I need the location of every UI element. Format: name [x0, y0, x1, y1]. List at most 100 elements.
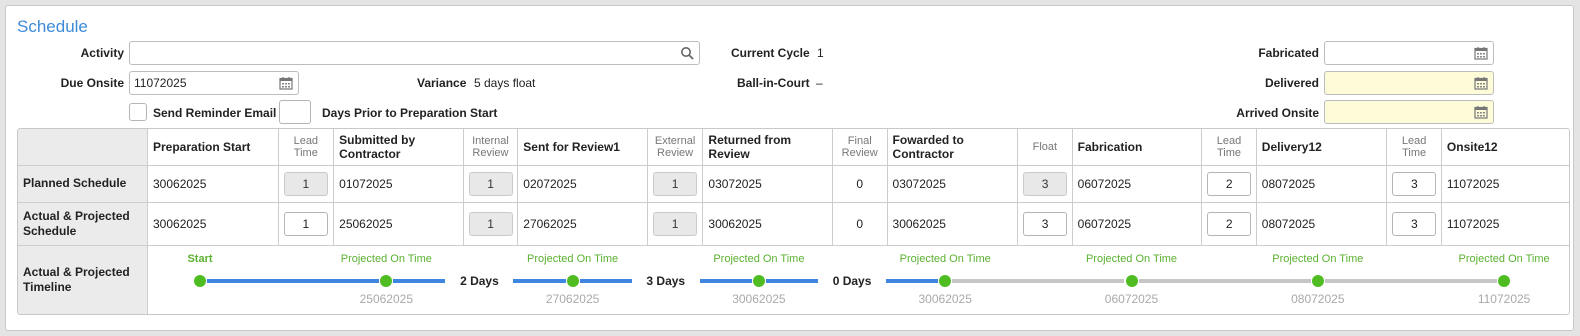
planned-delivery: 08072025 [1256, 165, 1388, 203]
variance-value: 5 days float [474, 76, 536, 90]
timeline-date-label: 11072025 [1477, 291, 1531, 306]
timeline-milestone-dot [939, 274, 952, 287]
activity-label: Activity [80, 46, 124, 60]
header-lead-time: Lead Time [278, 129, 335, 166]
ball-in-court-label: Ball-in-Court [737, 76, 810, 90]
timeline-bar [207, 278, 380, 283]
timeline-date-label: 06072025 [1104, 291, 1159, 306]
timeline-milestone-dot [1498, 274, 1511, 287]
timeline-status-label: Projected On Time [340, 252, 432, 265]
planned-forwarded: 03072025 [887, 165, 1019, 203]
actual-float-input[interactable]: 3 [1023, 211, 1068, 236]
timeline-status-label: Projected On Time [1458, 252, 1550, 265]
actual-delivery-lead-time-input[interactable]: 3 [1392, 211, 1437, 236]
timeline-status-label: Projected On Time [1085, 252, 1178, 265]
timeline: 2 Days 3 Days 0 Days Start Projected On Time… [148, 245, 1570, 314]
header-onsite: Onsite12 [1441, 129, 1569, 166]
timeline-gap-label: 3 Days [646, 273, 686, 288]
calendar-icon[interactable] [1474, 46, 1488, 60]
timeline-bar [1138, 278, 1311, 283]
planned-external-review-field: 1 [653, 171, 698, 196]
timeline-status-label: Projected On Time [713, 252, 805, 265]
days-prior-input[interactable] [279, 100, 311, 124]
planned-delivery-lead-time-input[interactable]: 3 [1392, 171, 1437, 196]
planned-fabrication: 06072025 [1072, 165, 1203, 203]
actual-sent-for-review: 27062025 [517, 202, 648, 246]
current-cycle-label: Current Cycle [731, 46, 810, 60]
timeline-row: Actual & Projected Timeline 2 Days 3 Days 0… [18, 245, 1570, 314]
planned-float-field: 3 [1023, 171, 1068, 196]
header-lead-time: Lead Time [1386, 129, 1442, 166]
arrived-onsite-label: Arrived Onsite [1236, 106, 1319, 120]
actual-lead-time-input[interactable]: 1 [283, 211, 328, 236]
timeline-bar [1324, 278, 1498, 283]
send-reminder-label: Send Reminder Email [153, 106, 277, 120]
timeline-bar [579, 278, 632, 283]
actual-schedule-row: Actual & Projected Schedule 30062025 1 25… [18, 202, 1569, 246]
fabricated-date-input[interactable] [1324, 41, 1494, 65]
actual-preparation-start: 30062025 [147, 202, 279, 246]
fabricated-label: Fabricated [1258, 46, 1319, 60]
header-returned-from-review: Returned from Review [702, 129, 833, 166]
calendar-icon[interactable] [1474, 105, 1488, 119]
actual-forwarded: 30062025 [887, 202, 1019, 246]
actual-returned: 30062025 [702, 202, 833, 246]
planned-submitted: 01072025 [333, 165, 464, 203]
timeline-date-label: 30062025 [918, 291, 972, 306]
timeline-date-label: 08072025 [1291, 291, 1345, 306]
planned-preparation-start: 30062025 [147, 165, 279, 203]
planned-returned: 03072025 [702, 165, 833, 203]
header-preparation-start: Preparation Start [147, 129, 279, 166]
timeline-bar [952, 278, 1125, 283]
timeline-status-label: Projected On Time [1272, 252, 1364, 265]
header-internal-review: Internal Review [463, 129, 519, 166]
header-fabrication: Fabrication [1072, 129, 1203, 166]
header-lead-time: Lead Time [1201, 129, 1257, 166]
timeline-milestone-dot [752, 274, 765, 287]
due-onsite-date-input[interactable]: 11072025 [129, 71, 299, 95]
actual-delivery: 08072025 [1256, 202, 1388, 246]
delivered-date-input[interactable] [1324, 71, 1494, 95]
timeline-date-label: 30062025 [732, 291, 786, 306]
actual-submitted: 25062025 [333, 202, 464, 246]
timeline-bar [886, 278, 939, 283]
timeline-milestone-dot [566, 274, 579, 287]
row-label: Actual & Projected Timeline [18, 245, 148, 314]
planned-sent-for-review: 02072025 [517, 165, 648, 203]
header-delivery: Delivery12 [1256, 129, 1388, 166]
actual-fabrication: 06072025 [1072, 202, 1203, 246]
timeline-gap-label: 0 Days [832, 273, 872, 288]
timeline-start-label: Start [187, 252, 213, 265]
actual-fabrication-lead-time-input[interactable]: 2 [1207, 211, 1252, 236]
schedule-panel: Schedule Activity Current Cycle 1 Fabric… [5, 5, 1574, 331]
actual-final-review: 0 [832, 202, 888, 246]
due-onsite-label: Due Onsite [60, 76, 124, 90]
due-onsite-value: 11072025 [134, 76, 187, 90]
timeline-milestone-dot [1311, 274, 1324, 287]
timeline-status-label: Projected On Time [527, 252, 619, 265]
schedule-grid: Preparation Start Lead Time Submitted by C… [17, 128, 1570, 315]
grid-corner [18, 129, 148, 166]
send-reminder-checkbox[interactable] [129, 103, 147, 121]
variance-label: Variance [417, 76, 467, 90]
calendar-icon[interactable] [279, 76, 293, 90]
timeline-status-label: Projected On Time [899, 252, 991, 265]
arrived-onsite-date-input[interactable] [1324, 100, 1494, 124]
timeline-date-label: 25062025 [359, 291, 413, 306]
timeline-milestone-dot [194, 274, 206, 287]
timeline-milestone-dot [1125, 274, 1138, 287]
actual-onsite: 11072025 [1441, 202, 1569, 246]
timeline-date-label: 27062025 [545, 291, 600, 306]
calendar-icon[interactable] [1474, 76, 1488, 90]
delivered-label: Delivered [1264, 76, 1319, 90]
planned-fabrication-lead-time-input[interactable]: 2 [1207, 171, 1252, 196]
activity-input[interactable] [129, 41, 700, 65]
timeline-bar [699, 278, 752, 283]
timeline-bar [393, 278, 446, 283]
ball-in-court-value: – [816, 76, 823, 90]
header-forwarded-to-contractor: Fowarded to Contractor [887, 129, 1019, 166]
timeline-milestone-dot [380, 274, 393, 287]
timeline-gap-label: 2 Days [460, 273, 499, 288]
actual-external-review-field: 1 [653, 211, 698, 236]
search-icon[interactable] [680, 46, 694, 60]
